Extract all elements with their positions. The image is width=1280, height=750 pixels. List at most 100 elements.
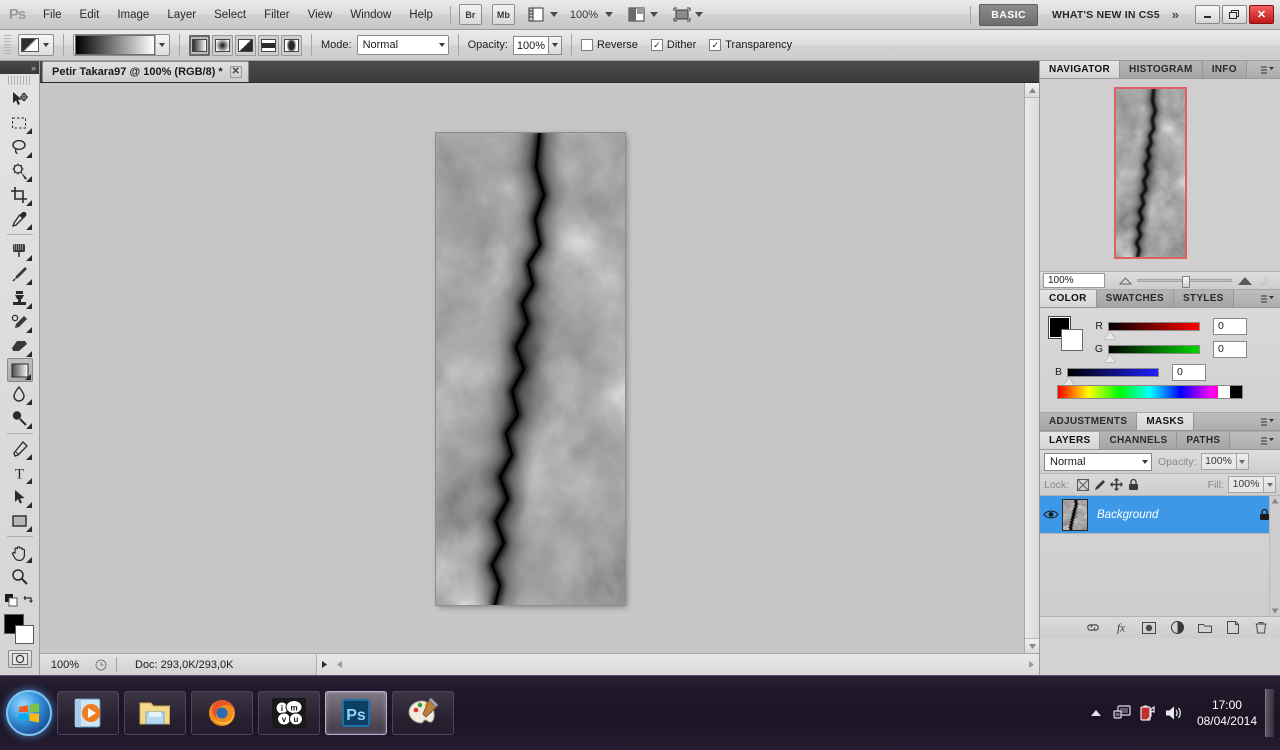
tool-preset-picker[interactable] [18,34,54,56]
green-slider-knob[interactable] [1105,354,1115,362]
canvas-horizontal-scrollbar[interactable] [316,654,1039,675]
gradient-picker[interactable] [73,34,170,56]
tab-layers[interactable]: LAYERS [1040,432,1101,449]
green-slider-track[interactable] [1105,344,1200,362]
move-tool[interactable] [7,87,33,111]
status-zoom-value[interactable]: 100% [40,659,90,671]
default-colors-icon[interactable] [4,594,18,610]
blend-mode-select[interactable]: Normal [356,35,449,55]
delete-layer-icon[interactable] [1254,621,1268,635]
table-row[interactable]: Background [1040,496,1280,534]
dither-checkbox[interactable]: ✓ [650,39,663,51]
screen-mode-icon[interactable] [670,4,693,25]
green-value[interactable]: 0 [1213,340,1247,358]
dither-checkbox-wrap[interactable]: ✓ Dither [650,39,696,51]
eraser-tool[interactable] [7,334,33,358]
link-icon[interactable] [1086,621,1100,635]
color-background-swatch[interactable] [1061,329,1083,351]
horizontal-type-tool[interactable]: T [7,461,33,485]
zoom-slider-track[interactable] [1136,276,1232,288]
reverse-checkbox-wrap[interactable]: Reverse [580,39,638,51]
color-spectrum-ramp[interactable] [1057,385,1243,399]
window-close-button[interactable]: ✕ [1249,5,1274,24]
taskbar-adobe-photoshop[interactable]: Ps [325,691,387,735]
taskbar-mozilla-firefox[interactable] [191,691,253,735]
history-brush-tool[interactable] [7,310,33,334]
lock-image-pixels-icon[interactable] [1091,477,1108,493]
tab-info[interactable]: INFO [1202,61,1247,78]
opacity-stepper-icon[interactable] [548,35,562,55]
window-minimize-button[interactable] [1195,5,1220,24]
menu-view[interactable]: View [299,4,342,26]
navigator-zoom-input[interactable]: 100% [1043,273,1105,288]
scroll-up-arrow-icon[interactable] [1025,83,1039,98]
zoom-dropdown-icon[interactable] [605,12,614,17]
tab-styles[interactable]: STYLES [1173,290,1234,307]
blue-slider-track[interactable] [1064,367,1159,385]
linear-gradient-button[interactable] [189,34,210,56]
show-desktop-button[interactable] [1265,689,1274,737]
angle-gradient-button[interactable] [235,34,256,56]
adjustment-layer-icon[interactable] [1170,621,1184,635]
hand-tool[interactable] [7,540,33,564]
quick-mask-toggle[interactable] [7,650,32,668]
blue-value[interactable]: 0 [1172,363,1206,381]
tools-panel-header[interactable]: » [0,61,39,74]
launch-bridge-button[interactable]: Br [458,4,482,25]
view-extras-dropdown-icon[interactable] [549,12,558,17]
scroll-down-arrow-icon[interactable] [1025,638,1039,653]
tab-histogram[interactable]: HISTOGRAM [1120,61,1203,78]
workspace-more-chevron-icon[interactable]: » [1172,7,1179,22]
taskbar-paint[interactable] [392,691,454,735]
blue-slider-knob[interactable] [1064,377,1074,385]
battery-icon[interactable] [1135,705,1161,721]
color-panel-swatches[interactable] [1048,316,1083,351]
gradient-preview[interactable] [75,35,155,55]
new-group-icon[interactable] [1198,621,1212,635]
menu-image[interactable]: Image [108,4,158,26]
canvas-viewport[interactable] [40,83,1024,653]
options-bar-grip[interactable] [4,34,11,56]
status-expand-arrow-icon[interactable] [317,660,331,669]
layer-blend-mode-select[interactable]: Normal [1044,452,1152,471]
transparency-checkbox-wrap[interactable]: ✓ Transparency [709,39,792,51]
new-layer-icon[interactable] [1226,621,1240,635]
opacity-input[interactable]: 100% [512,35,549,55]
layer-scroll-up-icon[interactable] [1271,498,1279,504]
arrange-dropdown-icon[interactable] [650,12,659,17]
menu-help[interactable]: Help [400,4,442,26]
resize-grip-icon[interactable] [1258,276,1267,285]
document-tab-close-icon[interactable]: ✕ [229,66,242,78]
hscroll-right-arrow-icon[interactable] [1023,660,1039,669]
navigator-preview[interactable] [1040,79,1280,271]
diamond-gradient-button[interactable] [281,34,302,56]
pen-tool[interactable] [7,437,33,461]
zoom-out-icon[interactable] [1118,276,1132,285]
canvas-area[interactable] [40,83,1039,653]
taskbar-imvu[interactable]: i m v u [258,691,320,735]
tab-color[interactable]: COLOR [1040,290,1097,307]
volume-icon[interactable] [1161,705,1187,721]
show-hidden-icons-arrow-icon[interactable] [1083,709,1109,717]
menu-select[interactable]: Select [205,4,255,26]
reverse-checkbox[interactable] [580,39,593,51]
menu-edit[interactable]: Edit [71,4,109,26]
spot-healing-brush-tool[interactable] [7,238,33,262]
transparency-checkbox[interactable]: ✓ [709,39,722,51]
window-restore-button[interactable] [1222,5,1247,24]
menu-filter[interactable]: Filter [255,4,299,26]
layer-list[interactable]: Background [1040,496,1280,616]
view-extras-icon[interactable] [525,4,548,25]
start-button[interactable] [6,690,52,736]
menu-layer[interactable]: Layer [158,4,205,26]
quick-selection-tool[interactable] [7,159,33,183]
network-icon[interactable] [1109,705,1135,721]
zoom-tool[interactable] [7,564,33,588]
hscroll-left-arrow-icon[interactable] [331,660,347,669]
lock-transparent-pixels-icon[interactable] [1074,477,1091,493]
launch-mini-bridge-button[interactable]: Mb [491,4,515,25]
radial-gradient-button[interactable] [212,34,233,56]
tab-masks[interactable]: MASKS [1137,413,1194,430]
layer-opacity-stepper-icon[interactable] [1236,453,1249,470]
tab-navigator[interactable]: NAVIGATOR [1040,61,1121,78]
